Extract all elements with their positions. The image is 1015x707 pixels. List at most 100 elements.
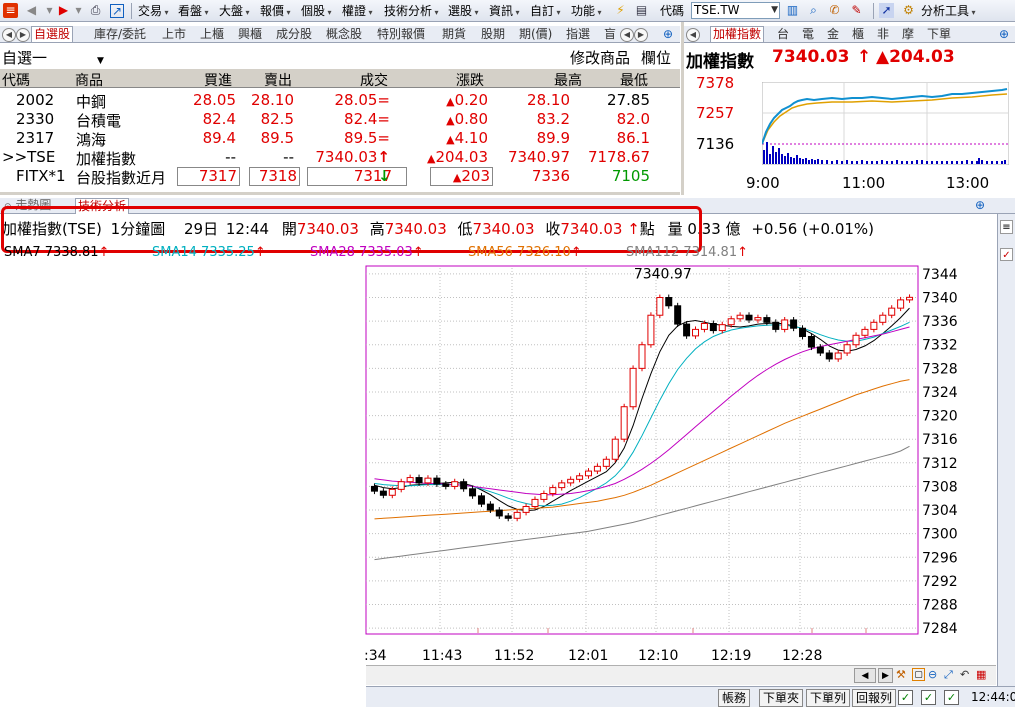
menu-quote[interactable]: 報價 xyxy=(260,3,291,19)
forward-arrow-icon[interactable]: ▶ xyxy=(56,3,71,18)
order-bar-button[interactable]: 下單列 xyxy=(806,689,851,707)
tab-tw[interactable]: 台 xyxy=(777,27,789,42)
popout-icon[interactable]: ↗ xyxy=(110,4,124,18)
header-product[interactable]: 商品 xyxy=(75,70,103,90)
tab-index-options[interactable]: 指選 xyxy=(566,27,590,42)
menu-function[interactable]: 功能 xyxy=(571,3,602,19)
menu-market[interactable]: 大盤 xyxy=(219,3,250,19)
tab-futures[interactable]: 期貨 xyxy=(442,27,466,42)
print-icon[interactable]: ⎙ xyxy=(88,3,103,18)
tab-order[interactable]: 下單 xyxy=(927,27,951,42)
chart-mode-icon[interactable]: ▢ xyxy=(912,668,925,681)
header-last[interactable]: 成交 xyxy=(360,70,388,90)
candle xyxy=(861,328,869,336)
tab-components[interactable]: 成分股 xyxy=(276,27,312,42)
menu-warrant[interactable]: 權證 xyxy=(342,3,373,19)
tab-prev-icon[interactable]: ◀ xyxy=(620,28,634,42)
candle xyxy=(834,352,842,360)
lightning-icon[interactable]: ⚡ xyxy=(613,3,628,18)
search-icon[interactable]: ⌕ xyxy=(806,3,821,18)
table-row[interactable]: 2002 中鋼 28.05 28.10 28.05= 0.20 28.10 27… xyxy=(0,91,680,111)
menu-trade[interactable]: 交易 xyxy=(138,3,169,19)
tab-electronics[interactable]: 電 xyxy=(802,27,814,42)
table-row[interactable]: 2317 鴻海 89.4 89.5 89.5= 4.10 89.9 86.1 xyxy=(0,129,680,149)
order-folder-button[interactable]: 下單夾 xyxy=(759,689,804,707)
tab-technical-analysis[interactable]: 技術分析 xyxy=(75,198,130,214)
tab-emerging[interactable]: 興櫃 xyxy=(238,27,262,42)
tab-non-electronics[interactable]: 非 xyxy=(877,27,889,42)
tab-next-icon[interactable]: ▶ xyxy=(634,28,648,42)
tab-close-icon[interactable]: ⊙ xyxy=(4,202,12,212)
pointer-icon[interactable]: ➚ xyxy=(879,3,894,18)
splitter-horizontal[interactable] xyxy=(0,192,680,195)
alert-icon[interactable]: ✆ xyxy=(827,3,842,18)
menu-custom[interactable]: 自訂 xyxy=(530,3,561,19)
tab-scroll-left-icon[interactable]: ◀ xyxy=(2,28,16,42)
notepad-icon[interactable]: ▤ xyxy=(634,3,649,18)
watchlist-selector[interactable]: 自選一 ▼ xyxy=(2,47,104,68)
status-check-3[interactable]: ✓ xyxy=(944,690,959,705)
header-code[interactable]: 代碼 xyxy=(2,70,30,90)
status-check-2[interactable]: ✓ xyxy=(921,690,936,705)
menu-analysis-tools[interactable]: 分析工具 xyxy=(921,3,976,19)
back-arrow-icon[interactable]: ◀ xyxy=(24,3,39,18)
tab-futures-price[interactable]: 期(價) xyxy=(519,27,552,42)
tab-listed[interactable]: 上市 xyxy=(162,27,186,42)
tools-icon[interactable]: ✎ xyxy=(849,3,864,18)
checkbox-icon[interactable]: ✓ xyxy=(1000,248,1013,261)
header-low[interactable]: 最低 xyxy=(620,70,648,90)
menu-stock[interactable]: 個股 xyxy=(301,3,332,19)
tab-otc[interactable]: 上櫃 xyxy=(200,27,224,42)
accounts-button[interactable]: 帳務 xyxy=(718,689,751,707)
tab-finance[interactable]: 金 xyxy=(827,27,839,42)
header-high[interactable]: 最高 xyxy=(554,70,582,90)
analysis-tools-icon[interactable]: ⚙ xyxy=(901,3,916,18)
chevron-down-icon[interactable]: ▼ xyxy=(771,3,778,18)
chart-scrollbar[interactable]: ◀ ▶ ⚒ ▢ ⊖ ⤢ ↶ ▦ xyxy=(366,665,996,685)
tab-watchlist[interactable]: 自選股 xyxy=(31,26,74,42)
tab-special-quote[interactable]: 特別報價 xyxy=(377,27,425,42)
zoom-in-icon[interactable]: ⊕ xyxy=(974,199,986,211)
refresh-icon[interactable]: ↶ xyxy=(960,668,969,681)
tab-more[interactable]: 盲 xyxy=(604,27,616,42)
tab-msci[interactable]: 摩 xyxy=(902,27,914,42)
tab-scroll-left-icon[interactable]: ◀ xyxy=(686,28,700,42)
columns-button[interactable]: 欄位 xyxy=(641,47,671,68)
code-input[interactable]: TSE.TW ▼ xyxy=(691,2,780,19)
header-bid[interactable]: 買進 xyxy=(204,70,232,90)
tab-stock-futures[interactable]: 股期 xyxy=(481,27,505,42)
menu-info[interactable]: 資訊 xyxy=(489,3,520,19)
tab-scroll-right-icon[interactable]: ▶ xyxy=(16,28,30,42)
table-row[interactable]: FITX*1 台股指數近月 7317 7318 7317 ↓ 203 7336 … xyxy=(0,167,680,187)
menu-screener[interactable]: 選股 xyxy=(448,3,479,19)
table-row[interactable]: >>TSE 加權指數 -- -- 7340.03↑ 204.03 7340.97… xyxy=(0,148,680,168)
scroll-left-icon[interactable]: ◀ xyxy=(854,668,876,683)
stock-chart-icon[interactable]: ▥ xyxy=(785,3,800,18)
chart-tool-icon[interactable]: ⚒ xyxy=(896,668,906,681)
tab-concept[interactable]: 概念股 xyxy=(326,27,362,42)
menu-technical[interactable]: 技術分析 xyxy=(384,3,439,19)
tab-otc-index[interactable]: 櫃 xyxy=(852,27,864,42)
back-dropdown-icon[interactable]: ▾ xyxy=(42,3,57,18)
fit-icon[interactable]: ⤢ xyxy=(944,668,953,682)
tab-inventory[interactable]: 庫存/委託 xyxy=(94,27,146,42)
header-change[interactable]: 漲跌 xyxy=(456,70,484,90)
menu-watch[interactable]: 看盤 xyxy=(178,3,209,19)
zoom-out-icon[interactable]: ⊖ xyxy=(928,668,937,681)
tab-trend-chart[interactable]: ⊙ 走勢圖 xyxy=(4,198,51,213)
zoom-in-icon[interactable]: ⊕ xyxy=(662,28,674,40)
table-row[interactable]: 2330 台積電 82.4 82.5 82.4= 0.80 83.2 82.0 xyxy=(0,110,680,130)
mini-x-label: 13:00 xyxy=(946,174,990,192)
y-tick-label: 7284 xyxy=(922,621,958,637)
tab-taiex[interactable]: 加權指數 xyxy=(710,26,765,42)
scroll-right-icon[interactable]: ▶ xyxy=(878,668,893,683)
modify-products-button[interactable]: 修改商品 xyxy=(570,47,630,68)
forward-dropdown-icon[interactable]: ▾ xyxy=(71,3,86,18)
report-bar-button[interactable]: 回報列 xyxy=(852,689,897,707)
status-check-1[interactable]: ✓ xyxy=(898,690,913,705)
header-ask[interactable]: 賣出 xyxy=(264,70,292,90)
bar-chart-icon[interactable]: ▦ xyxy=(976,668,986,681)
side-tab-icon[interactable]: ≡ xyxy=(1000,220,1013,234)
zoom-in-icon[interactable]: ⊕ xyxy=(998,28,1010,40)
row-code: 2317 xyxy=(16,129,55,147)
